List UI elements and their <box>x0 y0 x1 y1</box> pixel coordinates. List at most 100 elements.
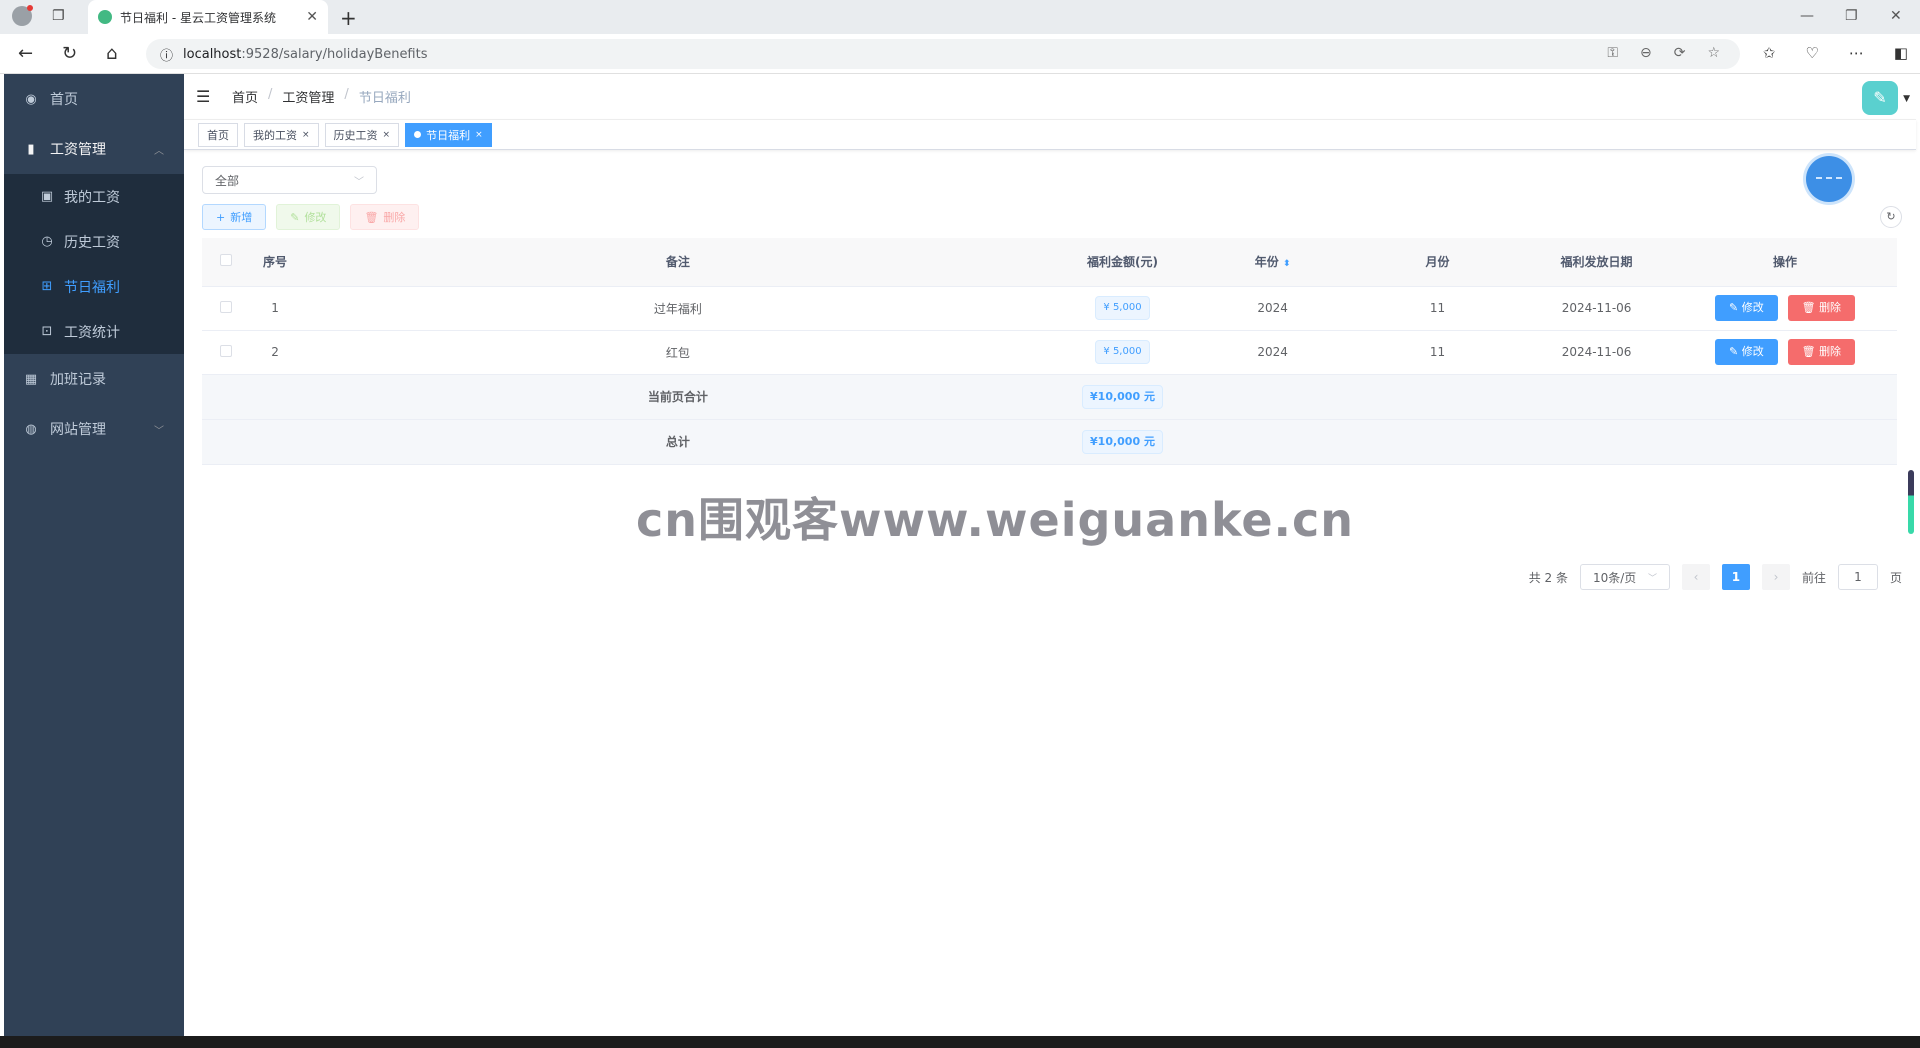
edit-icon: ✎ <box>1729 345 1742 358</box>
total-label: 总计 <box>300 419 1055 465</box>
breadcrumb-current: 节日福利 <box>358 91 411 106</box>
vue-favicon-icon <box>98 10 112 24</box>
header-actions: 操作 <box>1673 238 1897 287</box>
pager-total: 共 2 条 <box>1528 570 1568 585</box>
table-header-row: 序号 备注 福利金额(元) 年份 ⬍ 月份 福利发放日期 操作 <box>202 238 1897 287</box>
clock-icon: ◷ <box>41 234 53 249</box>
header-remark: 备注 <box>300 238 1055 287</box>
breadcrumb-home[interactable]: 首页 <box>232 87 258 106</box>
dashboard-icon: ◉ <box>25 91 37 107</box>
sidebar-item-label: 我的工资 <box>64 189 120 206</box>
delete-button[interactable]: 🗑 删除 <box>350 204 420 230</box>
page-number-button[interactable]: 1 <box>1721 564 1750 590</box>
refresh-extension-icon[interactable]: ⟳ <box>1674 45 1686 61</box>
row-delete-button[interactable]: 🗑 删除 <box>1787 339 1856 365</box>
sidebar-item-salary[interactable]: ▮ 工资管理 ︿ <box>4 124 184 174</box>
tag-history-salary[interactable]: 历史工资 × <box>324 122 400 147</box>
key-icon[interactable]: ⚿ <box>1607 45 1618 61</box>
scroll-indicator[interactable] <box>1908 470 1914 534</box>
tag-holiday-benefits[interactable]: 节日福利 × <box>405 122 492 147</box>
sidebar-toggle-icon[interactable]: ◧ <box>1894 44 1908 62</box>
notification-dot <box>27 5 33 11</box>
breadcrumb-salary[interactable]: 工资管理 <box>282 87 334 106</box>
header-month: 月份 <box>1355 238 1520 287</box>
table-row: 2 红包 ¥ 5,000 2024 11 2024-11-06 ✎ 修改 🗑 删… <box>202 330 1897 375</box>
minimize-icon[interactable]: — <box>1800 8 1814 24</box>
close-icon[interactable]: × <box>383 130 391 140</box>
tab-actions-icon[interactable]: ❐ <box>52 8 65 24</box>
goto-suffix: 页 <box>1889 570 1902 585</box>
back-icon[interactable]: ← <box>18 43 33 64</box>
chevron-down-icon: ﹀ <box>154 425 164 437</box>
sidebar-item-history-salary[interactable]: ◷ 历史工资 <box>4 219 184 264</box>
table-row: 1 过年福利 ¥ 5,000 2024 11 2024-11-06 ✎ 修改 🗑… <box>202 286 1897 331</box>
calendar-icon: ▦ <box>24 371 38 387</box>
plus-icon: + <box>216 210 226 224</box>
new-tab-icon[interactable]: + <box>340 6 357 30</box>
cell-remark: 红包 <box>300 330 1055 375</box>
goto-input[interactable]: 1 <box>1837 564 1878 590</box>
refresh-icon[interactable]: ↻ <box>1880 206 1902 228</box>
sidebar-item-label: 网站管理 <box>50 422 106 438</box>
sidebar-item-overtime[interactable]: ▦ 加班记录 <box>4 354 184 404</box>
tag-label: 历史工资 <box>333 128 378 142</box>
total-row: 总计 ¥10,000 元 <box>202 419 1897 465</box>
add-button[interactable]: + 新增 <box>202 204 267 230</box>
tag-label: 节日福利 <box>426 128 471 142</box>
sidebar: ◉ 首页 ▮ 工资管理 ︿ ▣ 我的工资 ◷ 历史工资 ⊞ 节日福利 ⊡ 工资统… <box>4 74 184 1036</box>
navbar: ☰ 首页 / 工资管理 / 节日福利 ✎ ▼ <box>184 74 1916 120</box>
url-input[interactable]: ⓘ localhost:9528/salary/holidayBenefits … <box>146 39 1740 69</box>
hamburger-icon[interactable]: ☰ <box>196 87 222 106</box>
site-info-icon[interactable]: ⓘ <box>160 45 173 64</box>
browser-tab[interactable]: 节日福利 - 星云工资管理系统 ✕ <box>88 0 328 34</box>
row-checkbox[interactable] <box>219 344 232 357</box>
restore-icon[interactable]: ❐ <box>1845 8 1858 24</box>
sort-icon[interactable]: ⬍ <box>1283 259 1291 269</box>
filter-select[interactable]: 全部 ﹀ <box>202 166 377 194</box>
page-sum-row: 当前页合计 ¥10,000 元 <box>202 374 1897 420</box>
browser-essentials-icon[interactable]: ♡ <box>1805 44 1818 62</box>
row-edit-button[interactable]: ✎ 修改 <box>1715 295 1778 321</box>
close-icon[interactable]: × <box>475 130 483 140</box>
prev-page-button[interactable]: ‹ <box>1681 564 1710 590</box>
toolbar: + 新增 ✎ 修改 🗑 删除 <box>202 204 420 230</box>
zoom-icon[interactable]: ⊖ <box>1640 45 1652 61</box>
sidebar-item-my-salary[interactable]: ▣ 我的工资 <box>4 174 184 219</box>
tag-home[interactable]: 首页 <box>198 122 238 147</box>
close-window-icon[interactable]: ✕ <box>1890 8 1902 24</box>
sidebar-item-holiday-benefits[interactable]: ⊞ 节日福利 <box>4 264 184 309</box>
floating-widget[interactable] <box>1806 156 1852 202</box>
cell-remark: 过年福利 <box>300 286 1055 331</box>
reload-icon[interactable]: ↻ <box>62 43 77 64</box>
avatar[interactable]: ✎ <box>1862 81 1898 115</box>
tag-my-salary[interactable]: 我的工资 × <box>244 122 319 147</box>
row-edit-button[interactable]: ✎ 修改 <box>1715 339 1778 365</box>
sidebar-item-site-admin[interactable]: ◍ 网站管理 ﹀ <box>4 404 184 454</box>
header-year[interactable]: 年份 ⬍ <box>1190 238 1356 287</box>
page-size-select[interactable]: 10条/页 ﹀ <box>1579 564 1670 590</box>
row-checkbox[interactable] <box>219 300 232 313</box>
cell-no: 1 <box>249 286 301 331</box>
filter-select-value: 全部 <box>215 173 240 188</box>
gift-icon: ⊞ <box>41 279 53 294</box>
favorites-icon[interactable]: ✩ <box>1763 44 1776 62</box>
add-button-label: 新增 <box>230 211 253 224</box>
home-icon[interactable]: ⌂ <box>106 43 117 64</box>
money-icon: ▣ <box>40 189 54 204</box>
sidebar-item-salary-stats[interactable]: ⊡ 工资统计 <box>4 309 184 354</box>
favorite-star-icon[interactable]: ☆ <box>1707 45 1720 61</box>
edit-button[interactable]: ✎ 修改 <box>276 204 341 230</box>
tags-view: 首页 我的工资 × 历史工资 × 节日福利 × <box>184 120 1916 150</box>
tag-label: 首页 <box>207 128 229 142</box>
url-host: localhost <box>183 46 242 62</box>
row-delete-button[interactable]: 🗑 删除 <box>1787 295 1856 321</box>
select-all-checkbox[interactable] <box>219 254 232 267</box>
next-page-button[interactable]: › <box>1761 564 1790 590</box>
caret-down-icon[interactable]: ▼ <box>1903 94 1910 104</box>
goto-label: 前往 <box>1801 570 1826 585</box>
close-icon[interactable]: × <box>302 130 310 140</box>
more-icon[interactable]: ⋯ <box>1849 44 1864 62</box>
sidebar-item-home[interactable]: ◉ 首页 <box>4 74 184 124</box>
url-path: :9528/salary/holidayBenefits <box>241 46 428 62</box>
close-tab-icon[interactable]: ✕ <box>306 9 318 25</box>
